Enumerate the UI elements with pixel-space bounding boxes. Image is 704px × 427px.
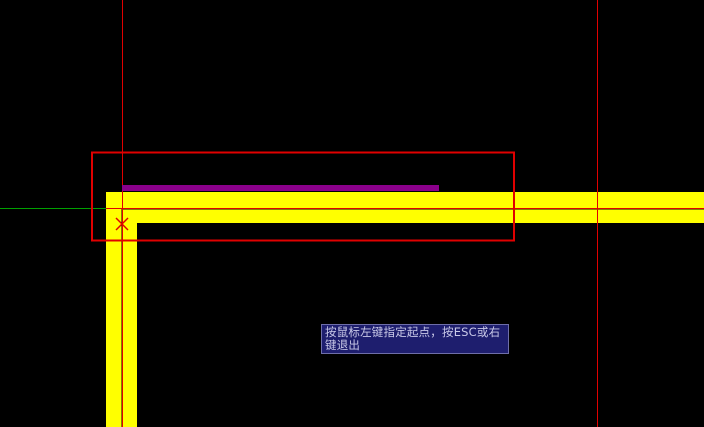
- horizontal-wall[interactable]: [106, 192, 704, 223]
- wall-preview-segment: [122, 185, 439, 191]
- drawing-canvas[interactable]: [0, 0, 704, 427]
- command-prompt-tooltip: 按鼠标左键指定起点，按ESC或右键退出: [321, 324, 509, 354]
